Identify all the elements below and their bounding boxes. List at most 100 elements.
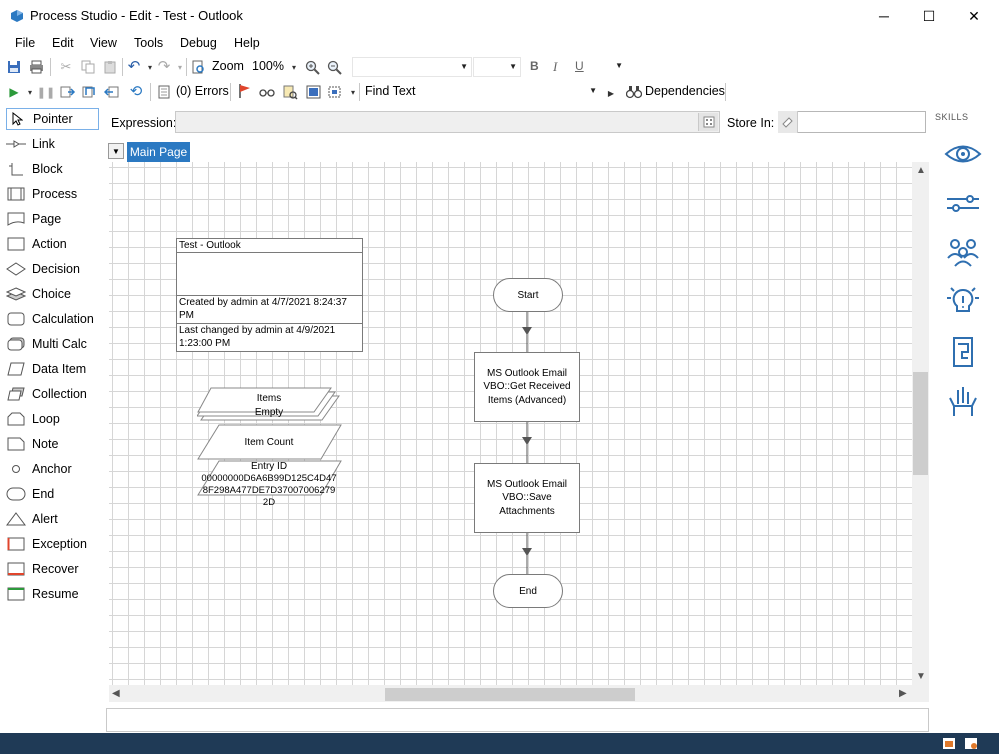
print-icon[interactable] <box>28 59 44 75</box>
hand-icon[interactable] <box>944 384 982 418</box>
tool-label: Loop <box>32 412 60 426</box>
watch-icon[interactable] <box>259 84 275 100</box>
vertical-scroll-thumb[interactable] <box>913 372 928 475</box>
find-search-arrow-icon[interactable]: ▶ <box>603 85 619 101</box>
save-icon[interactable] <box>6 59 22 75</box>
tray-app-icon[interactable] <box>942 736 958 751</box>
store-in-input[interactable] <box>778 111 926 133</box>
font-size-select[interactable]: ▼ <box>473 57 521 77</box>
tool-anchor[interactable]: Anchor <box>6 458 99 480</box>
scroll-right-icon[interactable]: ▶ <box>899 688 907 699</box>
tool-exception[interactable]: Exception <box>6 533 99 555</box>
underline-button[interactable]: U <box>575 59 584 73</box>
menu-tools[interactable]: Tools <box>134 36 163 50</box>
tool-choice[interactable]: Choice <box>6 283 99 305</box>
tool-data-item[interactable]: Data Item <box>6 358 99 380</box>
run-dropdown-icon[interactable]: ▾ <box>22 84 38 100</box>
tool-end[interactable]: End <box>6 483 99 505</box>
tool-link[interactable]: Link <box>6 133 99 155</box>
end-stage[interactable]: End <box>493 574 563 608</box>
minimize-button[interactable]: ─ <box>861 0 907 32</box>
scroll-up-icon[interactable]: ▲ <box>916 165 926 176</box>
scroll-down-icon[interactable]: ▼ <box>916 671 926 682</box>
action-get-received-items[interactable]: MS Outlook Email VBO::Get Received Items… <box>474 352 580 422</box>
tool-note[interactable]: Note <box>6 433 99 455</box>
errors-button[interactable]: (0) Errors <box>176 84 229 98</box>
menu-view[interactable]: View <box>90 36 117 50</box>
zoom-dropdown-icon[interactable]: ▾ <box>286 59 302 75</box>
copy-icon[interactable] <box>80 59 96 75</box>
paste-icon[interactable] <box>102 59 118 75</box>
tool-process[interactable]: Process <box>6 183 99 205</box>
start-stage[interactable]: Start <box>493 278 563 312</box>
tool-block[interactable]: Block <box>6 158 99 180</box>
menu-edit[interactable]: Edit <box>52 36 74 50</box>
people-icon[interactable] <box>944 234 982 268</box>
menu-help[interactable]: Help <box>234 36 260 50</box>
tool-collection[interactable]: Collection <box>6 383 99 405</box>
zoom-out-icon[interactable] <box>326 59 342 75</box>
tray-search-icon[interactable] <box>964 736 980 751</box>
text-color-select[interactable]: ▼ <box>592 57 626 77</box>
errors-icon[interactable] <box>156 84 172 100</box>
horizontal-scroll-thumb[interactable] <box>385 688 635 701</box>
step-icon[interactable] <box>60 84 76 100</box>
redo-icon[interactable]: ↷ <box>156 58 172 75</box>
tool-label: Process <box>32 187 78 201</box>
end-icon <box>6 487 26 501</box>
eraser-icon[interactable] <box>778 111 798 133</box>
tool-label: Choice <box>32 287 71 301</box>
find-text-input[interactable]: ▼ <box>416 82 600 102</box>
zoom-in-icon[interactable] <box>304 59 320 75</box>
cut-icon[interactable]: ✂ <box>58 59 74 75</box>
flow-arrow <box>522 327 532 335</box>
process-info-box[interactable]: Test - Outlook Created by admin at 4/7/2… <box>176 238 363 352</box>
document-icon[interactable] <box>944 335 982 369</box>
breakpoint-flag-icon[interactable] <box>237 83 253 99</box>
menu-file[interactable]: File <box>15 36 35 50</box>
page-list-dropdown-icon[interactable]: ▼ <box>108 143 124 159</box>
reset-icon[interactable]: ⟲ <box>128 83 144 100</box>
tool-recover[interactable]: Recover <box>6 558 99 580</box>
tool-page[interactable]: Page <box>6 208 99 230</box>
menu-debug[interactable]: Debug <box>180 36 217 50</box>
dependencies-button[interactable]: Dependencies <box>645 84 725 98</box>
pause-icon[interactable]: ❚❚ <box>37 84 55 100</box>
maximize-button[interactable]: ☐ <box>906 0 952 32</box>
tool-loop[interactable]: Loop <box>6 408 99 430</box>
tool-resume[interactable]: Resume <box>6 583 99 605</box>
select-all-icon[interactable] <box>326 84 342 100</box>
step-out-icon[interactable] <box>104 84 120 100</box>
anchor-icon <box>6 462 26 476</box>
separator <box>186 58 187 76</box>
zoom-value[interactable]: 100% <box>252 59 284 73</box>
fullscreen-icon[interactable] <box>305 84 321 100</box>
tool-multi-calc[interactable]: Multi Calc <box>6 333 99 355</box>
validate-icon[interactable] <box>282 84 298 100</box>
font-family-select[interactable]: ▼ <box>352 57 472 77</box>
expression-builder-icon[interactable] <box>698 113 718 131</box>
undo-icon[interactable]: ↶ <box>126 58 142 75</box>
zoom-page-icon[interactable] <box>190 59 206 75</box>
slider-icon[interactable] <box>944 186 982 220</box>
dependencies-icon[interactable] <box>626 84 642 100</box>
scroll-left-icon[interactable]: ◀ <box>112 688 120 699</box>
bold-button[interactable]: B <box>530 59 539 73</box>
action-save-attachments[interactable]: MS Outlook Email VBO::Save Attachments <box>474 463 580 533</box>
close-button[interactable]: ✕ <box>951 0 997 32</box>
diagram-canvas[interactable]: Test - Outlook Created by admin at 4/7/2… <box>109 162 912 685</box>
tool-pointer[interactable]: Pointer <box>6 108 99 130</box>
eye-icon[interactable] <box>944 137 982 171</box>
decision-icon <box>6 262 26 276</box>
link-icon <box>6 137 26 151</box>
tool-decision[interactable]: Decision <box>6 258 99 280</box>
tool-action[interactable]: Action <box>6 233 99 255</box>
italic-button[interactable]: I <box>553 59 557 75</box>
run-icon[interactable]: ▶ <box>6 84 22 100</box>
tool-alert[interactable]: Alert <box>6 508 99 530</box>
expression-input[interactable] <box>175 111 720 133</box>
tab-main-page[interactable]: Main Page <box>127 142 190 162</box>
idea-icon[interactable] <box>944 284 982 318</box>
step-over-icon[interactable] <box>82 84 98 100</box>
tool-calculation[interactable]: Calculation <box>6 308 99 330</box>
